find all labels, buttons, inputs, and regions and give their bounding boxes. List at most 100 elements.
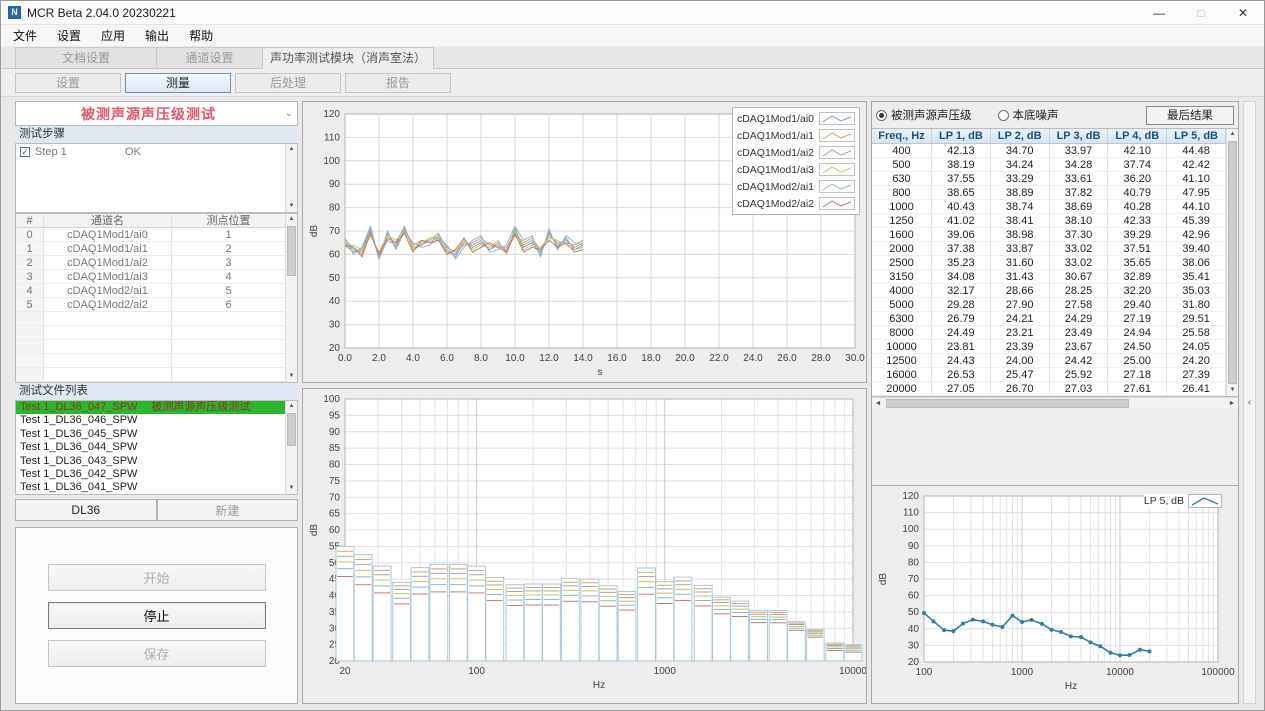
cell[interactable]: 27.05 <box>932 382 991 396</box>
cell[interactable]: 1 <box>16 242 44 255</box>
cell[interactable]: 500 <box>872 158 932 172</box>
cell[interactable]: 42.42 <box>1167 158 1226 172</box>
cell[interactable]: 33.02 <box>1050 256 1109 270</box>
cell[interactable]: 35.41 <box>1167 270 1226 284</box>
subtab-report[interactable]: 报告 <box>345 73 451 93</box>
cell[interactable]: 400 <box>872 144 932 158</box>
cell[interactable]: 800 <box>872 186 932 200</box>
cell[interactable]: 33.29 <box>991 172 1050 186</box>
cell[interactable]: 31.80 <box>1167 298 1226 312</box>
scroll-up-icon[interactable]: ▲ <box>1227 129 1238 140</box>
cell[interactable]: 38.98 <box>991 228 1050 242</box>
cell[interactable] <box>16 326 44 339</box>
column-header[interactable]: LP 3, dB <box>1050 129 1109 144</box>
test-type-dropdown[interactable]: 被测声源声压级测试 ⌄ <box>15 101 298 126</box>
cell[interactable]: 12500 <box>872 354 932 368</box>
channel-table-row[interactable]: 4cDAQ1Mod2/ai15 <box>16 284 285 298</box>
result-table-row[interactable]: 630026.7924.2124.2927.1929.51 <box>872 312 1226 326</box>
cell[interactable]: 29.28 <box>932 298 991 312</box>
cell[interactable]: 1600 <box>872 228 932 242</box>
cell[interactable]: 27.90 <box>991 298 1050 312</box>
cell[interactable]: 33.87 <box>991 242 1050 256</box>
cell[interactable]: 24.20 <box>1167 354 1226 368</box>
channel-table-row[interactable]: 3cDAQ1Mod1/ai34 <box>16 270 285 284</box>
cell[interactable] <box>172 354 285 367</box>
cell[interactable]: 3150 <box>872 270 932 284</box>
cell[interactable]: 38.10 <box>1050 214 1109 228</box>
cell[interactable]: 630 <box>872 172 932 186</box>
menu-item-settings[interactable]: 设置 <box>47 25 91 47</box>
radio-icon[interactable] <box>998 110 1009 121</box>
cell[interactable]: 5 <box>16 298 44 311</box>
menu-item-application[interactable]: 应用 <box>91 25 135 47</box>
steps-scrollbar[interactable]: ▲ ▼ <box>285 144 297 212</box>
column-header[interactable]: Freq., Hz <box>872 129 932 144</box>
cell[interactable]: cDAQ1Mod1/ai1 <box>44 242 172 255</box>
cell[interactable]: 6 <box>172 298 285 311</box>
result-table-hscrollbar[interactable]: ◄ ► <box>872 397 1238 409</box>
cell[interactable]: 1250 <box>872 214 932 228</box>
result-table-vscrollbar[interactable]: ▲ ▼ <box>1226 129 1238 396</box>
channel-table-scrollbar[interactable]: ▲ ▼ <box>285 214 297 382</box>
cell[interactable] <box>44 312 172 325</box>
menu-item-output[interactable]: 输出 <box>135 25 179 47</box>
cell[interactable]: 28.25 <box>1050 284 1109 298</box>
result-table-row[interactable]: 1000023.8123.3923.6724.5024.05 <box>872 340 1226 354</box>
radio-icon[interactable] <box>876 110 887 121</box>
cell[interactable]: 3 <box>16 270 44 283</box>
channel-table-empty-row[interactable] <box>16 368 285 382</box>
scroll-down-icon[interactable]: ▼ <box>286 483 297 494</box>
file-list-item[interactable]: Test 1_DL36_041_SPW <box>16 481 285 494</box>
cell[interactable] <box>172 326 285 339</box>
tab-sound-power-module[interactable]: 声功率测试模块（消声室法） <box>262 47 434 69</box>
cell[interactable]: cDAQ1Mod1/ai3 <box>44 270 172 283</box>
cell[interactable]: 1 <box>172 228 285 241</box>
cell[interactable]: 42.33 <box>1108 214 1167 228</box>
cell[interactable]: 29.51 <box>1167 312 1226 326</box>
cell[interactable]: 2 <box>16 256 44 269</box>
cell[interactable]: 27.39 <box>1167 368 1226 382</box>
cell[interactable]: 41.10 <box>1167 172 1226 186</box>
file-list-scrollbar[interactable]: ▲ ▼ <box>285 401 297 494</box>
result-table-row[interactable]: 800024.4923.2123.4924.9425.58 <box>872 326 1226 340</box>
file-list-item[interactable]: Test 1_DL36_042_SPW <box>16 468 285 481</box>
cell[interactable]: 38.06 <box>1167 256 1226 270</box>
cell[interactable]: 34.24 <box>991 158 1050 172</box>
cell[interactable]: 27.18 <box>1108 368 1167 382</box>
cell[interactable]: 34.70 <box>991 144 1050 158</box>
cell[interactable]: 27.58 <box>1050 298 1109 312</box>
cell[interactable]: 38.19 <box>932 158 991 172</box>
channel-table-empty-row[interactable] <box>16 312 285 326</box>
cell[interactable]: cDAQ1Mod2/ai1 <box>44 284 172 297</box>
cell[interactable]: 27.19 <box>1108 312 1167 326</box>
column-header[interactable]: LP 1, dB <box>932 129 991 144</box>
cell[interactable] <box>16 312 44 325</box>
cell[interactable] <box>172 368 285 381</box>
result-table-row[interactable]: 200037.3833.8733.0237.5139.40 <box>872 242 1226 256</box>
step-list-item[interactable]: ✓Step 1OK <box>16 144 285 159</box>
file-list-item[interactable]: Test 1_DL36_047_SPW被测声源声压级测试 <box>16 401 285 414</box>
cell[interactable]: 24.00 <box>991 354 1050 368</box>
cell[interactable]: 35.03 <box>1167 284 1226 298</box>
cell[interactable]: 33.97 <box>1050 144 1109 158</box>
cell[interactable]: 0 <box>16 228 44 241</box>
cell[interactable] <box>44 354 172 367</box>
cell[interactable]: 38.89 <box>991 186 1050 200</box>
scroll-up-icon[interactable]: ▲ <box>286 214 297 225</box>
cell[interactable]: 24.05 <box>1167 340 1226 354</box>
result-table-row[interactable]: 2000027.0526.7027.0327.6126.41 <box>872 382 1226 396</box>
menu-item-file[interactable]: 文件 <box>3 25 47 47</box>
cell[interactable]: 24.21 <box>991 312 1050 326</box>
dl36-button[interactable]: DL36 <box>15 499 157 521</box>
cell[interactable]: 39.06 <box>932 228 991 242</box>
maximize-button[interactable]: □ <box>1180 1 1222 24</box>
cell[interactable]: 39.40 <box>1167 242 1226 256</box>
cell[interactable]: 6300 <box>872 312 932 326</box>
cell[interactable]: 37.74 <box>1108 158 1167 172</box>
cell[interactable]: 4 <box>172 270 285 283</box>
file-list-item[interactable]: Test 1_DL36_043_SPW <box>16 455 285 468</box>
cell[interactable]: 26.70 <box>991 382 1050 396</box>
cell[interactable] <box>172 312 285 325</box>
cell[interactable]: 25.92 <box>1050 368 1109 382</box>
cell[interactable]: 47.95 <box>1167 186 1226 200</box>
